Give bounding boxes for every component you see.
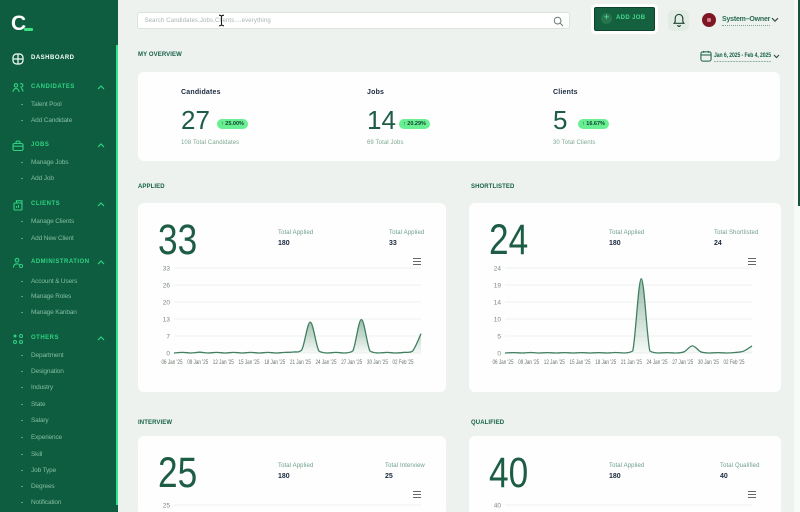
svg-text:12 Jan '25: 12 Jan '25 — [213, 359, 234, 366]
svg-text:02 Feb '25: 02 Feb '25 — [724, 359, 745, 366]
svg-text:5: 5 — [497, 334, 501, 341]
svg-text:15 Jan '25: 15 Jan '25 — [570, 359, 591, 366]
svg-text:30 Jan '25: 30 Jan '25 — [698, 359, 719, 366]
svg-text:30 Jan '25: 30 Jan '25 — [367, 359, 388, 366]
svg-text:24 Jan '25: 24 Jan '25 — [316, 359, 337, 366]
svg-text:06 Jan '25: 06 Jan '25 — [162, 359, 183, 366]
svg-text:21 Jan '25: 21 Jan '25 — [290, 359, 311, 366]
svg-text:06 Jan '25: 06 Jan '25 — [493, 359, 514, 366]
svg-text:7: 7 — [166, 334, 170, 341]
svg-text:09 Jan '25: 09 Jan '25 — [187, 359, 208, 366]
svg-text:24 Jan '25: 24 Jan '25 — [647, 359, 668, 366]
svg-text:27 Jan '25: 27 Jan '25 — [672, 359, 693, 366]
svg-text:12 Jan '25: 12 Jan '25 — [544, 359, 565, 366]
svg-text:15 Jan '25: 15 Jan '25 — [239, 359, 260, 366]
svg-text:14: 14 — [494, 300, 502, 307]
svg-text:10: 10 — [494, 317, 502, 324]
svg-text:0: 0 — [166, 351, 170, 358]
svg-text:0: 0 — [497, 351, 501, 358]
svg-text:21 Jan '25: 21 Jan '25 — [621, 359, 642, 366]
svg-text:18 Jan '25: 18 Jan '25 — [264, 359, 285, 366]
svg-text:27 Jan '25: 27 Jan '25 — [341, 359, 362, 366]
svg-text:18 Jan '25: 18 Jan '25 — [595, 359, 616, 366]
svg-text:33: 33 — [163, 266, 171, 273]
svg-text:13: 13 — [163, 317, 171, 324]
svg-text:26: 26 — [163, 283, 171, 290]
svg-text:20: 20 — [163, 300, 171, 307]
svg-text:09 Jan '25: 09 Jan '25 — [518, 359, 539, 366]
svg-text:02 Feb '25: 02 Feb '25 — [393, 359, 414, 366]
svg-text:40: 40 — [494, 503, 502, 510]
svg-text:19: 19 — [494, 283, 502, 290]
svg-text:24: 24 — [494, 266, 502, 273]
svg-text:25: 25 — [163, 503, 171, 510]
